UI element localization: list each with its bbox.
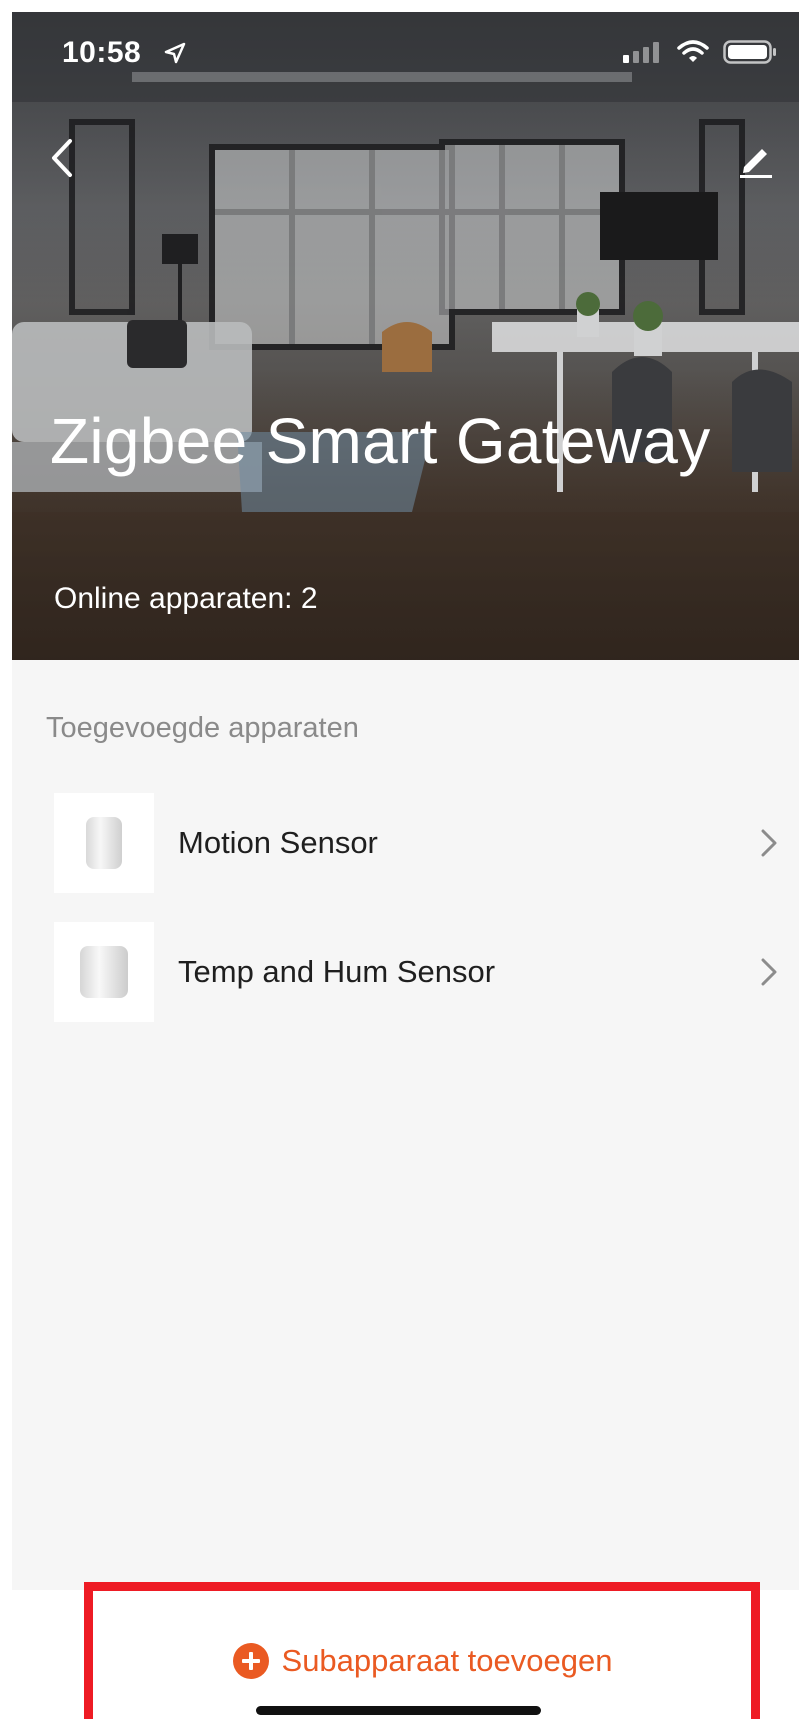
device-name: Motion Sensor — [178, 825, 378, 860]
online-devices-count: Online apparaten: 2 — [54, 582, 318, 615]
pencil-icon — [740, 149, 772, 178]
device-row-motion-sensor[interactable]: Motion Sensor — [12, 783, 799, 903]
add-subdevice-button[interactable]: Subapparaat toevoegen — [84, 1582, 760, 1719]
status-time: 10:58 — [62, 36, 142, 69]
add-subdevice-label: Subapparaat toevoegen — [281, 1643, 613, 1678]
section-header: Toegevoegde apparaten — [46, 712, 359, 744]
temp-humidity-sensor-icon — [80, 946, 128, 998]
chevron-left-icon — [52, 139, 72, 177]
page-title: Zigbee Smart Gateway — [50, 405, 711, 477]
add-subdevice-content: Subapparaat toevoegen — [232, 1642, 613, 1680]
hero-background-image — [12, 12, 799, 660]
device-row-temp-hum-sensor[interactable]: Temp and Hum Sensor — [12, 912, 799, 1032]
location-arrow-icon — [164, 42, 186, 64]
motion-sensor-icon — [86, 817, 122, 869]
hero-header: 10:58 Zigbee Smart Gateway Online appara… — [12, 12, 799, 660]
device-thumbnail — [54, 922, 154, 1022]
chevron-right-icon — [761, 829, 777, 857]
battery-icon — [723, 40, 776, 64]
wifi-icon — [677, 40, 709, 62]
status-indicators — [623, 40, 777, 64]
device-name: Temp and Hum Sensor — [178, 954, 496, 989]
home-indicator — [256, 1706, 541, 1715]
phone-screen: 10:58 Zigbee Smart Gateway Online appara… — [12, 12, 799, 1731]
cellular-signal-icon — [623, 42, 659, 63]
edit-button[interactable] — [731, 134, 781, 184]
device-thumbnail — [54, 793, 154, 893]
back-button[interactable] — [42, 130, 82, 186]
plus-circle-icon — [232, 1643, 269, 1679]
chevron-right-icon — [761, 958, 777, 986]
